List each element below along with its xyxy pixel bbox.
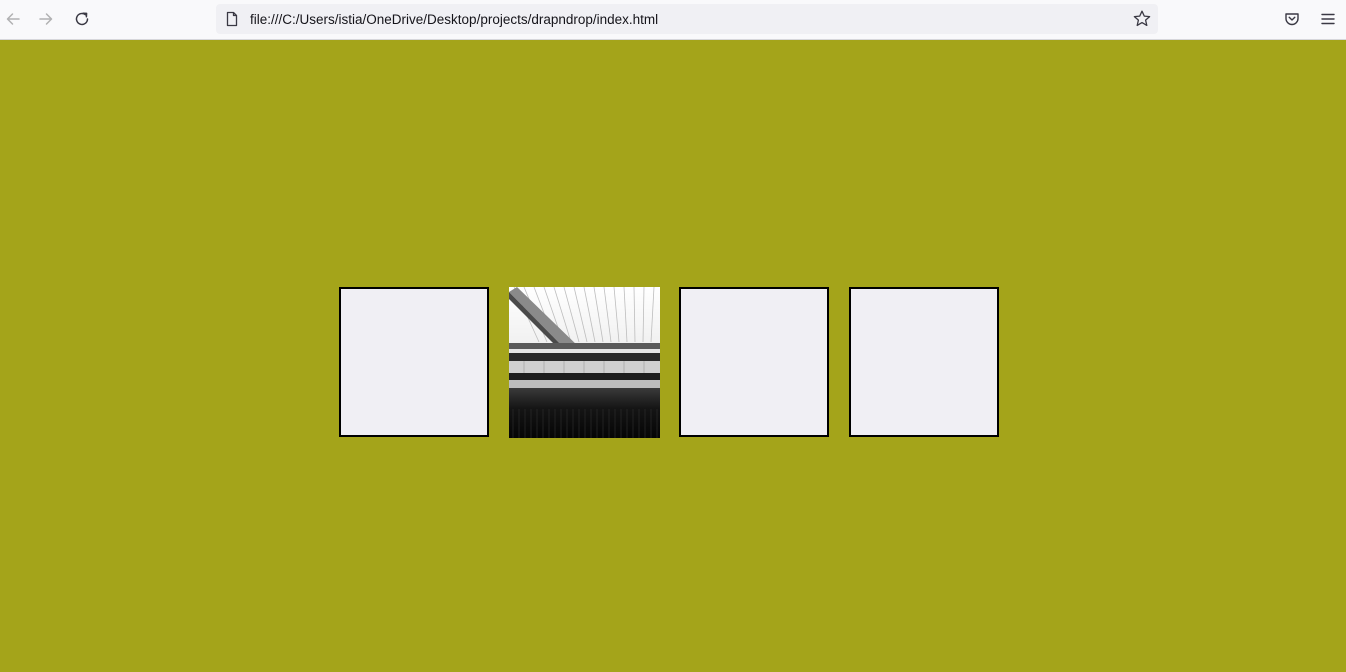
forward-button[interactable] bbox=[33, 6, 59, 32]
draggable-photo[interactable] bbox=[509, 287, 660, 438]
arrow-right-icon bbox=[39, 13, 53, 25]
drop-box-2[interactable] bbox=[509, 287, 660, 438]
pocket-button[interactable] bbox=[1279, 6, 1305, 32]
arrow-left-icon bbox=[6, 13, 20, 25]
star-icon[interactable] bbox=[1132, 9, 1152, 29]
page-content bbox=[0, 40, 1346, 672]
drop-box-3[interactable] bbox=[679, 287, 829, 437]
pocket-icon bbox=[1285, 13, 1299, 26]
page-icon bbox=[226, 11, 238, 27]
browser-toolbar: file:///C:/Users/istia/OneDrive/Desktop/… bbox=[0, 0, 1346, 40]
url-text[interactable]: file:///C:/Users/istia/OneDrive/Desktop/… bbox=[250, 4, 658, 34]
reload-button[interactable] bbox=[69, 6, 95, 32]
menu-button[interactable] bbox=[1315, 6, 1341, 32]
hamburger-menu-icon bbox=[1321, 13, 1335, 25]
url-bar[interactable]: file:///C:/Users/istia/OneDrive/Desktop/… bbox=[216, 4, 1158, 34]
reload-icon bbox=[75, 12, 89, 26]
drop-box-1[interactable] bbox=[339, 287, 489, 437]
back-button[interactable] bbox=[0, 6, 26, 32]
architecture-photo-image bbox=[509, 287, 660, 438]
drop-box-4[interactable] bbox=[849, 287, 999, 437]
